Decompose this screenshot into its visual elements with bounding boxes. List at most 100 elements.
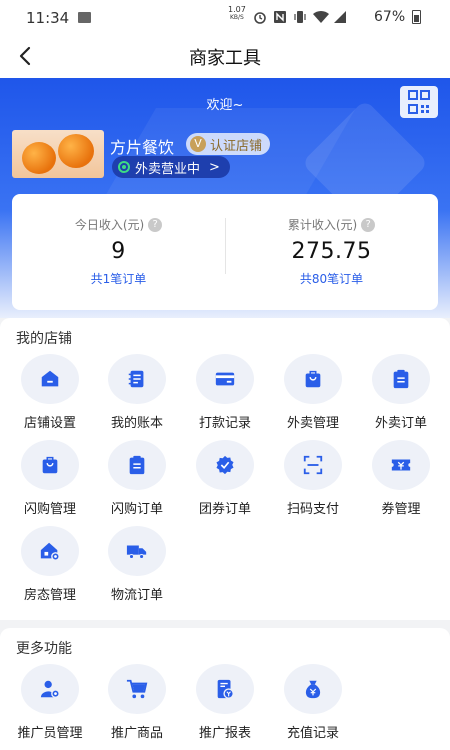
today-order-count[interactable]: 共1笔订单: [12, 270, 225, 287]
grid-label: 物流订单: [110, 588, 163, 603]
icon-circle: [372, 354, 430, 404]
group-coupon-orders-item[interactable]: 团券订单: [180, 440, 270, 517]
grid-label: 推广商品: [110, 726, 163, 741]
icon-circle: [108, 440, 166, 490]
page-title: 商家工具: [189, 48, 261, 69]
clipboard-icon: [129, 455, 145, 475]
battery-icon: [412, 10, 421, 24]
network-speed-value: 1.07: [228, 5, 246, 14]
icon-circle: [196, 354, 254, 404]
store-settings-item[interactable]: 店铺设置: [5, 354, 95, 431]
flash-purchase-management-item[interactable]: 闪购管理: [5, 440, 95, 517]
today-income-label: 今日收入(元): [74, 218, 145, 232]
network-speed: 1.07 KB/S: [228, 6, 246, 22]
my-store-section: 我的店铺 店铺设置 我的账本 打款记录 外卖管理 外卖订单 闪购管理 闪购订单 …: [0, 318, 450, 620]
coupon-icon: [391, 459, 411, 471]
delivery-orders-item[interactable]: 外卖订单: [356, 354, 446, 431]
wifi-icon: [313, 10, 329, 24]
icon-circle: [21, 440, 79, 490]
certified-store-label: 认证店铺: [210, 138, 263, 154]
grid-label: 券管理: [381, 502, 421, 517]
promoter-management-item[interactable]: 推广员管理: [5, 664, 95, 741]
store-icon: [41, 370, 59, 387]
bag-icon: [42, 456, 58, 474]
image-notification-icon: [78, 12, 91, 23]
nav-bar: 商家工具: [0, 34, 450, 78]
grid-label: 推广员管理: [17, 726, 83, 741]
report-icon: [217, 679, 234, 699]
verified-icon: V: [190, 136, 206, 152]
help-icon[interactable]: ?: [361, 217, 376, 232]
house-gear-icon: [40, 542, 60, 561]
user-gear-icon: [40, 680, 60, 698]
scan-payment-item[interactable]: 扫码支付: [268, 440, 358, 517]
total-order-count[interactable]: 共80笔订单: [225, 270, 438, 287]
icon-circle: [372, 440, 430, 490]
clipboard-icon: [393, 369, 409, 389]
more-functions-section: 更多功能 推广员管理 推广商品 推广报表 充值记录: [0, 628, 450, 750]
promoted-products-item[interactable]: 推广商品: [92, 664, 182, 741]
alarm-icon: [253, 10, 267, 24]
total-income-value: 275.75: [291, 239, 372, 264]
total-income-label: 累计收入(元): [287, 218, 358, 232]
grid-label: 闪购管理: [23, 502, 76, 517]
money-bag-icon: [305, 680, 321, 699]
icon-circle: [284, 354, 342, 404]
icon-circle: [196, 440, 254, 490]
section-title: 更多功能: [16, 641, 72, 657]
icon-circle: [108, 354, 166, 404]
icon-circle: [21, 526, 79, 576]
icon-circle: [21, 664, 79, 714]
grid-label: 闪购订单: [110, 502, 163, 517]
grid-label: 打款记录: [198, 416, 251, 431]
total-income-label-row: 累计收入(元) ?: [225, 216, 438, 233]
payment-records-item[interactable]: 打款记录: [180, 354, 270, 431]
income-card: 今日收入(元) ? 9 共1笔订单 累计收入(元) ? 275.75 共80笔订…: [12, 194, 438, 310]
grid-label: 我的账本: [110, 416, 163, 431]
store-image: [12, 130, 104, 178]
today-income[interactable]: 今日收入(元) ? 9 共1笔订单: [12, 194, 225, 310]
icon-circle: [284, 440, 342, 490]
delivery-status-label: 外卖营业中: [135, 161, 201, 177]
grid-label: 外卖管理: [286, 416, 339, 431]
nfc-icon: [273, 10, 287, 24]
grid-label: 团券订单: [198, 502, 251, 517]
qr-code-icon: [408, 90, 430, 114]
today-income-label-row: 今日收入(元) ?: [12, 216, 225, 233]
icon-circle: [21, 354, 79, 404]
network-speed-unit: KB/S: [229, 14, 244, 21]
status-bar: 11:34 1.07 KB/S 67%: [0, 0, 450, 34]
vibrate-icon: [293, 10, 307, 24]
grid-label: 店铺设置: [23, 416, 76, 431]
delivery-management-item[interactable]: 外卖管理: [268, 354, 358, 431]
cart-icon: [126, 679, 148, 699]
room-status-management-item[interactable]: 房态管理: [5, 526, 95, 603]
icon-circle: [108, 664, 166, 714]
welcome-text: 欢迎~: [206, 98, 244, 113]
section-title: 我的店铺: [16, 331, 72, 347]
flash-purchase-orders-item[interactable]: 闪购订单: [92, 440, 182, 517]
recharge-records-item[interactable]: 充值记录: [268, 664, 358, 741]
grid-label: 房态管理: [23, 588, 76, 603]
total-income[interactable]: 累计收入(元) ? 275.75 共80笔订单: [225, 194, 438, 310]
status-icons: [253, 9, 347, 25]
status-dot-icon: [118, 161, 130, 173]
icon-circle: [196, 664, 254, 714]
qr-code-button[interactable]: [400, 86, 438, 118]
certified-store-badge: V 认证店铺: [186, 133, 271, 155]
bag-icon: [305, 370, 321, 388]
promotion-report-item[interactable]: 推广报表: [180, 664, 270, 741]
truck-icon: [126, 545, 147, 559]
card-icon: [215, 372, 235, 386]
delivery-status-button[interactable]: 外卖营业中 >: [112, 156, 230, 178]
badge-check-icon: [216, 455, 234, 475]
signal-icon: [333, 10, 347, 24]
coupon-management-item[interactable]: 券管理: [356, 440, 446, 517]
ledger-item[interactable]: 我的账本: [92, 354, 182, 431]
status-time: 11:34: [26, 9, 70, 27]
today-income-value: 9: [111, 239, 126, 264]
help-icon[interactable]: ?: [148, 217, 163, 232]
logistics-orders-item[interactable]: 物流订单: [92, 526, 182, 603]
grid-label: 充值记录: [286, 726, 339, 741]
scan-icon: [303, 455, 323, 475]
